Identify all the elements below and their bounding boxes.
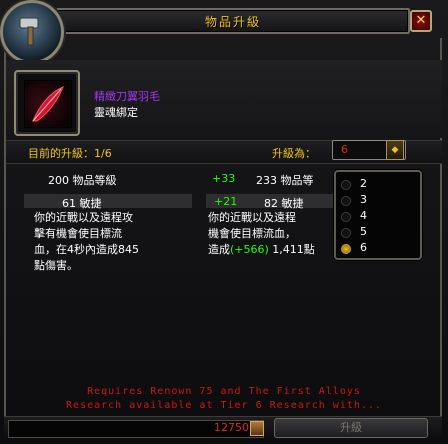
- desc-suffix: 1,411點: [268, 243, 315, 256]
- requirement-line-2: Research available at Tier 6 Research wi…: [66, 400, 382, 411]
- window-title: 物品升級: [204, 15, 261, 29]
- stat-strip: [24, 194, 192, 208]
- radio-icon[interactable]: [341, 228, 351, 238]
- current-upgrade-label: 目前的升級：1/6: [28, 147, 112, 160]
- chevron-down-icon[interactable]: ◆: [386, 140, 404, 160]
- damage-delta: (+566): [230, 243, 269, 256]
- desc-line: 機會使目標流血，: [208, 227, 296, 240]
- upgraded-stat: 82 敏捷: [264, 197, 304, 210]
- dropdown-value: 6: [341, 143, 348, 156]
- upgraded-item-level: 233 物品等: [256, 174, 314, 187]
- radio-icon[interactable]: [341, 212, 351, 222]
- menu-item-5[interactable]: 5: [360, 225, 367, 238]
- stat-delta: +21: [214, 195, 238, 208]
- upgraded-description: 你的近戰以及遠程 機會使目標流血， 造成(+566) 1,411點: [208, 210, 315, 258]
- desc-line: 你的近戰以及遠程攻: [34, 211, 133, 224]
- title-bar[interactable]: 物品升級: [56, 8, 410, 34]
- close-button[interactable]: ✕: [410, 10, 432, 32]
- menu-item-2[interactable]: 2: [360, 177, 367, 190]
- menu-item-6[interactable]: 6: [360, 241, 367, 254]
- radio-icon[interactable]: [341, 196, 351, 206]
- upgrade-to-label: 升級為：: [272, 147, 316, 160]
- item-binding: 靈魂綁定: [94, 106, 138, 119]
- desc-line: 點傷害。: [34, 259, 78, 272]
- current-description: 你的近戰以及遠程攻 擊有機會使目標流 血，在4秒內造成845 點傷害。: [34, 210, 139, 274]
- currency-value: 12750: [214, 421, 249, 434]
- desc-line: 擊有機會使目標流: [34, 227, 122, 240]
- menu-item-4[interactable]: 4: [360, 209, 367, 222]
- hammer-portrait-icon: [0, 0, 64, 64]
- feather-icon[interactable]: [24, 80, 72, 128]
- menu-item-3[interactable]: 3: [360, 193, 367, 206]
- radio-icon[interactable]: [341, 180, 351, 190]
- desc-line: 造成(+566) 1,411點: [208, 242, 315, 258]
- item-name: 精緻刀翼羽毛: [94, 90, 160, 103]
- requirement-line-1: Requires Renown 75 and The First Alloys: [87, 386, 361, 397]
- current-stat: 61 敏捷: [62, 197, 102, 210]
- desc-prefix: 造成: [208, 243, 230, 256]
- desc-line: 你的近戰以及遠程: [208, 211, 296, 224]
- upgrade-button[interactable]: 升級: [274, 418, 428, 438]
- ilvl-delta: +33: [212, 172, 236, 185]
- current-item-level: 200 物品等級: [48, 174, 117, 187]
- radio-selected-icon[interactable]: [341, 244, 351, 254]
- close-icon: ✕: [415, 13, 427, 28]
- current-stats-panel: 200 物品等級 61 敏捷 你的近戰以及遠程攻 擊有機會使目標流 血，在4秒內…: [24, 168, 192, 348]
- currency-icon: [250, 421, 264, 436]
- desc-line: 血，在4秒內造成845: [34, 243, 139, 256]
